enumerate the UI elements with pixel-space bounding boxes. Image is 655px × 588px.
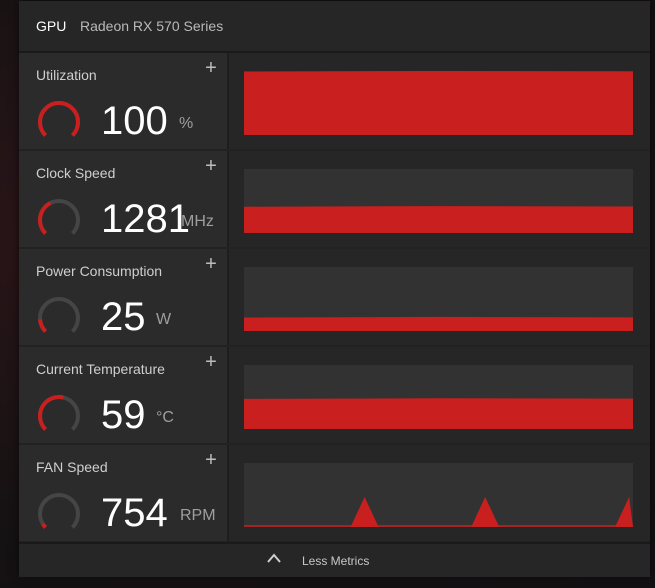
graph-area bbox=[244, 398, 633, 429]
metric-info: Power Consumption + 25 W bbox=[19, 249, 227, 345]
utilization-graph bbox=[244, 71, 633, 135]
metric-value: 100 bbox=[101, 99, 168, 143]
gauge-value-arc bbox=[41, 522, 48, 529]
metric-value: 25 bbox=[101, 295, 146, 339]
metric-value: 59 bbox=[101, 393, 146, 437]
add-metric-icon[interactable]: + bbox=[202, 254, 220, 274]
metric-info: Current Temperature + 59 °C bbox=[19, 347, 227, 443]
add-metric-icon[interactable]: + bbox=[202, 450, 220, 470]
metric-label: Power Consumption bbox=[36, 263, 163, 279]
metric-value: 754 bbox=[101, 491, 168, 535]
clock-speed-gauge bbox=[38, 199, 80, 235]
metric-row-current-temperature: Current Temperature + 59 °C bbox=[19, 347, 650, 443]
graph-background bbox=[244, 463, 633, 527]
less-metrics-button[interactable]: Less Metrics bbox=[19, 542, 650, 577]
graph-area bbox=[244, 206, 633, 233]
add-metric-icon[interactable]: + bbox=[202, 352, 220, 372]
metric-row-utilization: Utilization + 100 % bbox=[19, 53, 650, 149]
metric-graph-area bbox=[229, 445, 650, 541]
metric-label: FAN Speed bbox=[36, 459, 108, 475]
metric-info: FAN Speed + 754 RPM bbox=[19, 445, 227, 541]
metric-graph-area bbox=[229, 249, 650, 345]
gpu-title: GPU bbox=[36, 18, 67, 34]
metric-info: Clock Speed + 1281 MHz bbox=[19, 151, 227, 247]
add-metric-icon[interactable]: + bbox=[202, 58, 220, 78]
metric-unit: MHz bbox=[181, 213, 214, 230]
gpu-metrics-panel: GPU Radeon RX 570 Series Utilization + 1… bbox=[19, 1, 650, 577]
graph-area bbox=[244, 71, 633, 135]
metric-label: Current Temperature bbox=[36, 361, 165, 377]
metric-value: 1281 bbox=[101, 197, 190, 241]
power-consumption-gauge bbox=[38, 297, 80, 333]
metric-label: Utilization bbox=[36, 67, 97, 83]
gauge-value-arc bbox=[38, 101, 80, 137]
gauge-value-arc bbox=[38, 319, 48, 333]
gauge-track bbox=[38, 297, 80, 333]
metric-label: Clock Speed bbox=[36, 165, 116, 181]
temperature-graph bbox=[244, 365, 633, 429]
fan-speed-gauge bbox=[38, 493, 80, 529]
chevron-up-icon bbox=[267, 553, 281, 563]
metric-row-clock-speed: Clock Speed + 1281 MHz bbox=[19, 151, 650, 247]
metric-row-fan-speed: FAN Speed + 754 RPM bbox=[19, 445, 650, 541]
gauge-track bbox=[38, 493, 80, 529]
metric-graph-area bbox=[229, 347, 650, 443]
panel-header: GPU Radeon RX 570 Series bbox=[19, 1, 650, 53]
metric-unit: °C bbox=[156, 409, 174, 426]
power-consumption-graph bbox=[244, 267, 633, 331]
graph-area bbox=[244, 316, 633, 331]
metric-graph-area bbox=[229, 53, 650, 149]
fan-speed-graph bbox=[244, 463, 633, 527]
gauge-value-arc bbox=[38, 395, 64, 431]
add-metric-icon[interactable]: + bbox=[202, 156, 220, 176]
metric-row-power-consumption: Power Consumption + 25 W bbox=[19, 249, 650, 345]
gauge-value-arc bbox=[38, 201, 52, 235]
gpu-model-name: Radeon RX 570 Series bbox=[80, 18, 224, 34]
metric-unit: RPM bbox=[180, 507, 216, 524]
clock-speed-graph bbox=[244, 169, 633, 233]
temperature-gauge bbox=[38, 395, 80, 431]
metric-graph-area bbox=[229, 151, 650, 247]
metric-unit: W bbox=[156, 311, 172, 328]
metric-info: Utilization + 100 % bbox=[19, 53, 227, 149]
metric-unit: % bbox=[179, 115, 194, 132]
utilization-gauge bbox=[38, 101, 80, 137]
less-metrics-label: Less Metrics bbox=[302, 554, 370, 568]
